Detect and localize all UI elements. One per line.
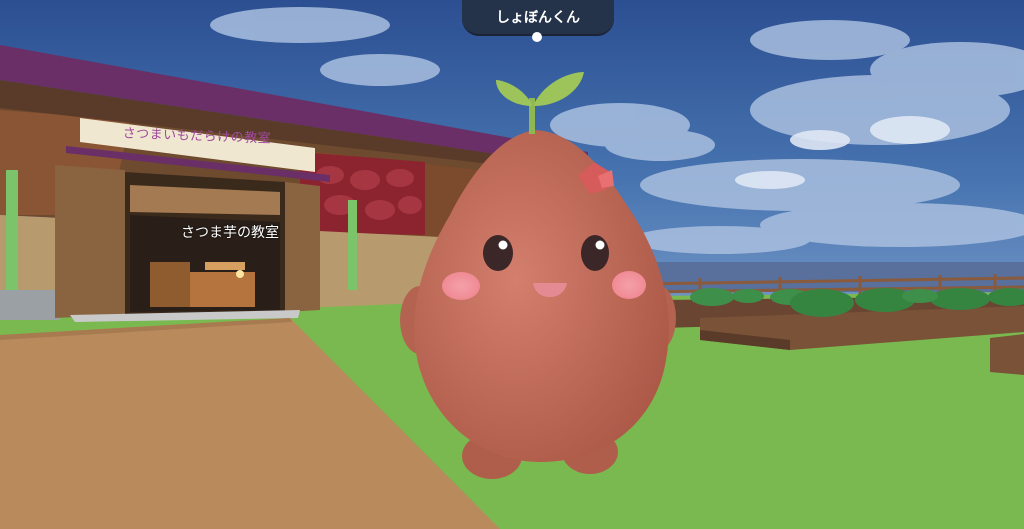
avatar-left-eye: [483, 235, 513, 271]
player-name: しょぼんくん: [496, 10, 580, 26]
player-nameplate: しょぼんくん: [462, 0, 614, 36]
avatar-right-eye: [581, 235, 609, 271]
classroom-door-label: さつま芋の教室: [181, 225, 279, 241]
avatar-left-cheek: [442, 272, 480, 300]
nameplate-pointer-dot: [532, 32, 542, 42]
game-scene: [0, 0, 1024, 529]
avatar-right-cheek: [612, 271, 646, 299]
doorway: [55, 165, 125, 318]
